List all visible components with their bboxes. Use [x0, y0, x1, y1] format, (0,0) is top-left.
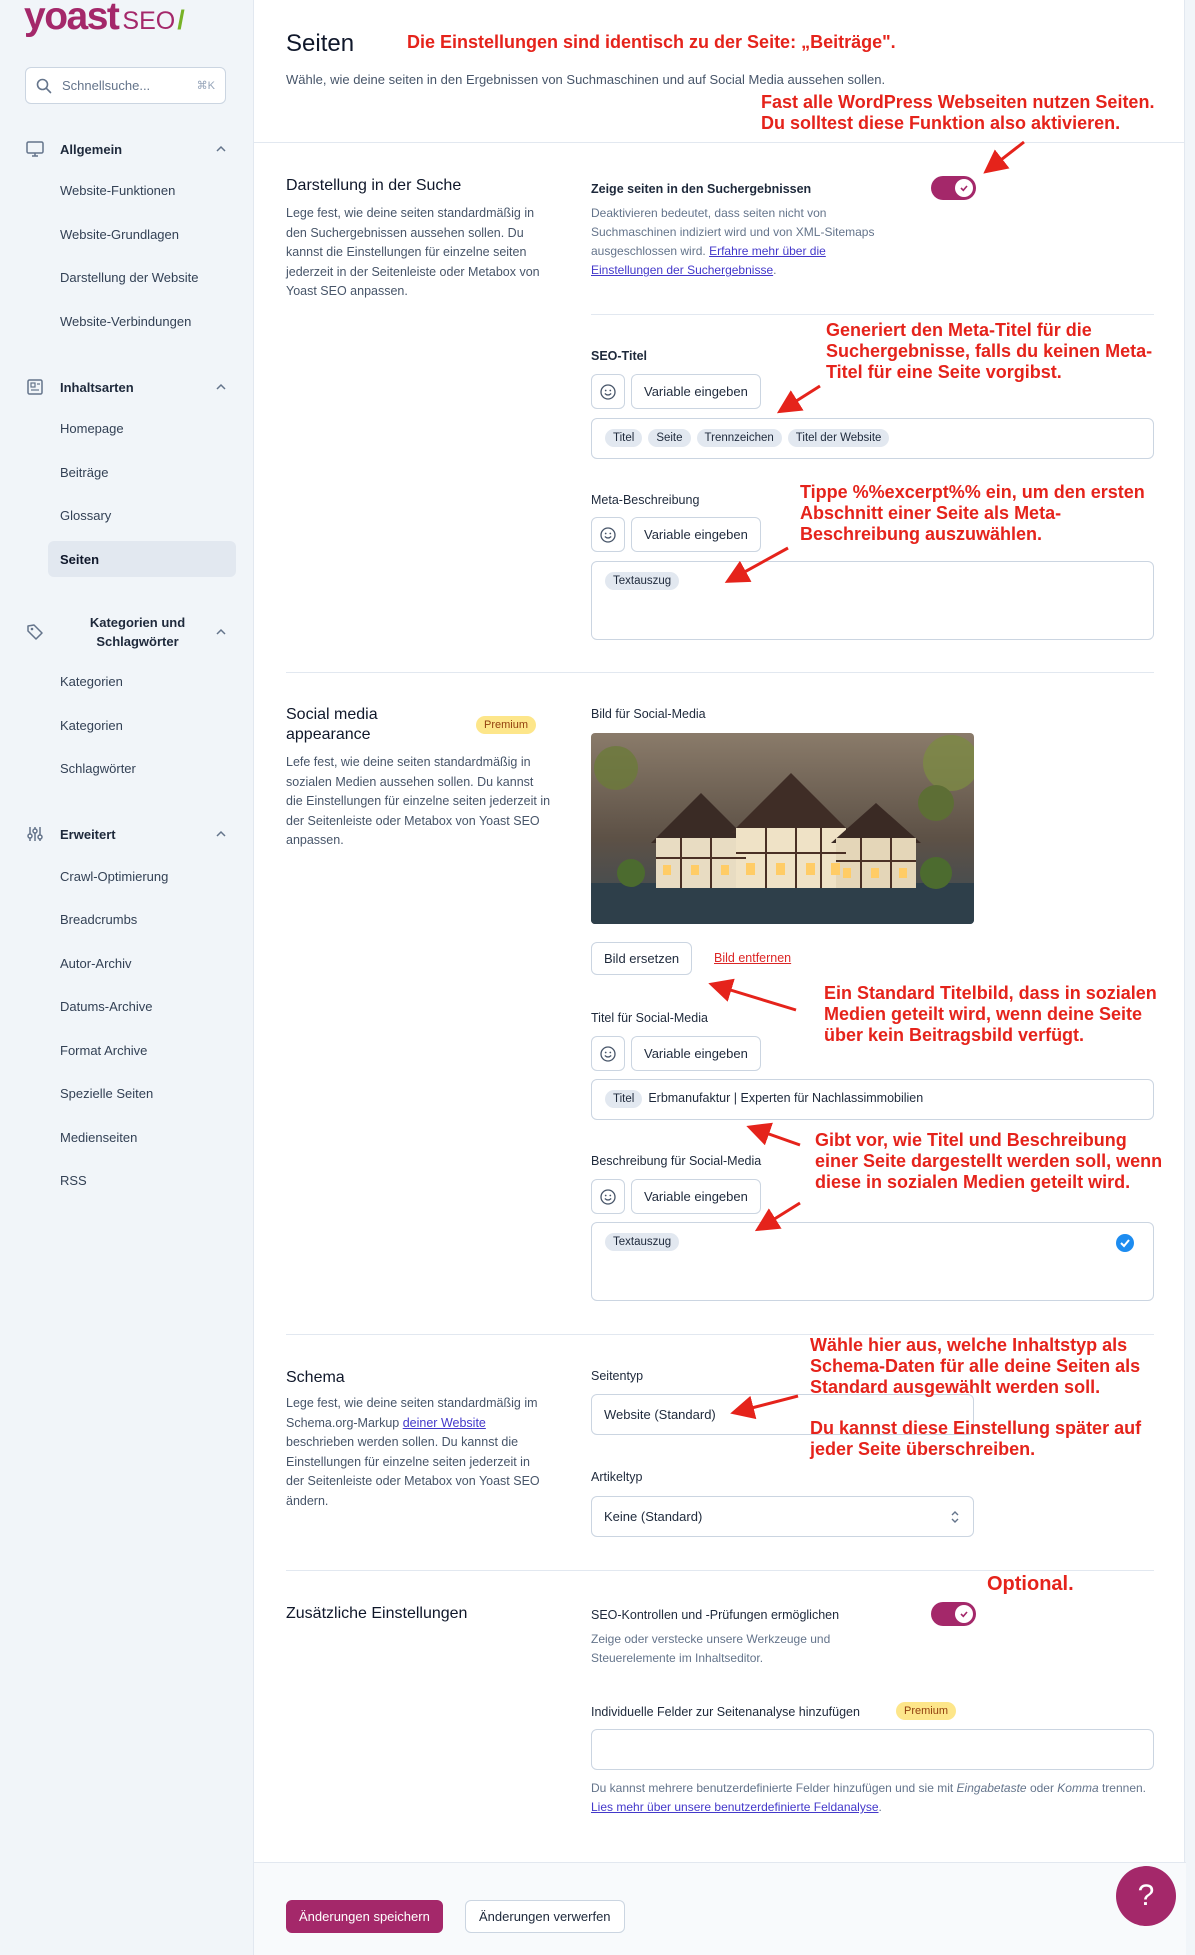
- annotation-arrows: [708, 140, 1025, 1420]
